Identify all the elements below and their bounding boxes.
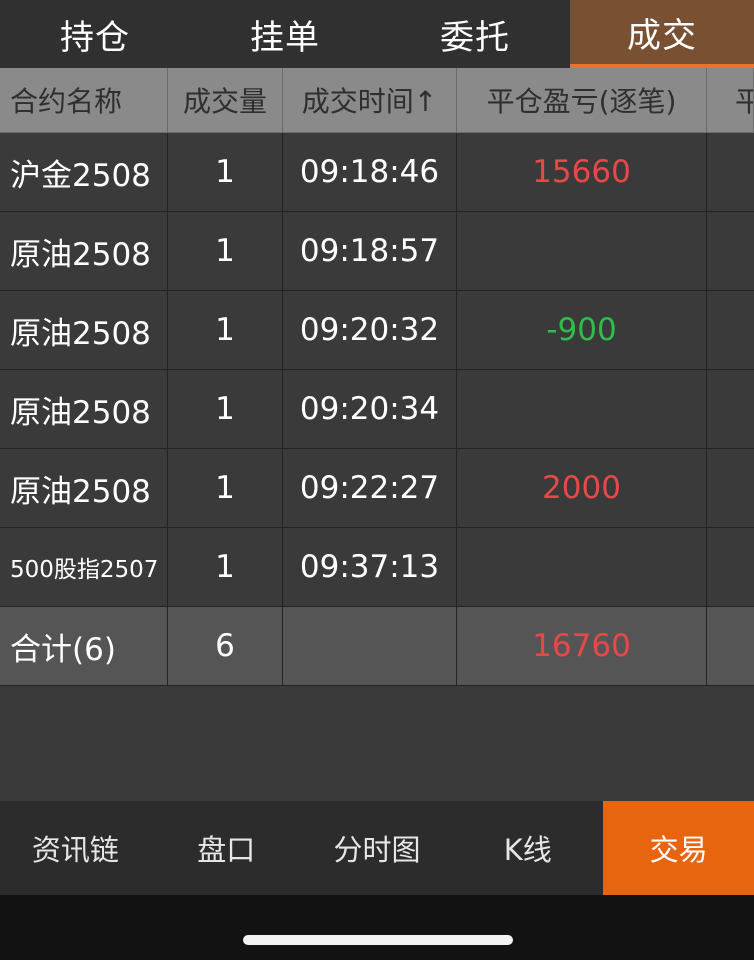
table-row[interactable]: 沪金2508 1 09:18:46 15660 [0,133,754,212]
total-extra [707,607,754,686]
table-row[interactable]: 原油2508 1 09:18:57 [0,212,754,291]
cell-time: 09:20:34 [283,370,457,449]
cell-time: 09:18:46 [283,133,457,212]
tab-positions[interactable]: 持仓 [0,0,190,68]
header-close-pnl[interactable]: 平仓盈亏(逐笔) [457,68,707,133]
cell-contract: 原油2508 [0,370,168,449]
nav-time-chart[interactable]: 分时图 [302,801,453,895]
cell-extra [707,133,754,212]
cell-pnl: 15660 [457,133,707,212]
header-contract-name[interactable]: 合约名称 [0,68,168,133]
nav-news-chain[interactable]: 资讯链 [0,801,151,895]
cell-volume: 1 [168,449,283,528]
cell-time: 09:18:57 [283,212,457,291]
cell-pnl [457,370,707,449]
top-tab-bar: 持仓 挂单 委托 成交 [0,0,754,68]
nav-k-line[interactable]: K线 [452,801,603,895]
home-bar-area [0,895,754,960]
cell-volume: 1 [168,528,283,607]
cell-time: 09:37:13 [283,528,457,607]
cell-pnl: -900 [457,291,707,370]
cell-volume: 1 [168,370,283,449]
cell-volume: 1 [168,291,283,370]
table-row[interactable]: 原油2508 1 09:20:32 -900 [0,291,754,370]
table-row[interactable]: 原油2508 1 09:20:34 [0,370,754,449]
table-total-row: 合计(6) 6 16760 [0,607,754,686]
cell-contract: 500股指2507 [0,528,168,607]
table-header: 合约名称 成交量 成交时间↑ 平仓盈亏(逐笔) 平 [0,68,754,133]
cell-extra [707,291,754,370]
cell-extra [707,528,754,607]
home-indicator[interactable] [243,935,513,945]
total-pnl: 16760 [457,607,707,686]
cell-extra [707,212,754,291]
total-volume: 6 [168,607,283,686]
cell-extra [707,370,754,449]
nav-trade[interactable]: 交易 [603,801,754,895]
header-truncated[interactable]: 平 [707,68,754,133]
bottom-nav: 资讯链 盘口 分时图 K线 交易 [0,801,754,895]
total-label: 合计(6) [0,607,168,686]
cell-extra [707,449,754,528]
cell-time: 09:22:27 [283,449,457,528]
nav-order-book[interactable]: 盘口 [151,801,302,895]
cell-pnl [457,528,707,607]
table-row[interactable]: 原油2508 1 09:22:27 2000 [0,449,754,528]
header-trade-time[interactable]: 成交时间↑ [283,68,457,133]
header-volume[interactable]: 成交量 [168,68,283,133]
cell-contract: 原油2508 [0,212,168,291]
cell-time: 09:20:32 [283,291,457,370]
cell-volume: 1 [168,212,283,291]
tab-orders[interactable]: 委托 [380,0,570,68]
cell-contract: 沪金2508 [0,133,168,212]
cell-pnl [457,212,707,291]
cell-pnl: 2000 [457,449,707,528]
cell-contract: 原油2508 [0,449,168,528]
tab-trades[interactable]: 成交 [570,0,754,68]
cell-contract: 原油2508 [0,291,168,370]
tab-pending-orders[interactable]: 挂单 [190,0,380,68]
trades-table: 合约名称 成交量 成交时间↑ 平仓盈亏(逐笔) 平 沪金2508 1 09:18… [0,68,754,686]
cell-volume: 1 [168,133,283,212]
total-time [283,607,457,686]
table-row[interactable]: 500股指2507 1 09:37:13 [0,528,754,607]
